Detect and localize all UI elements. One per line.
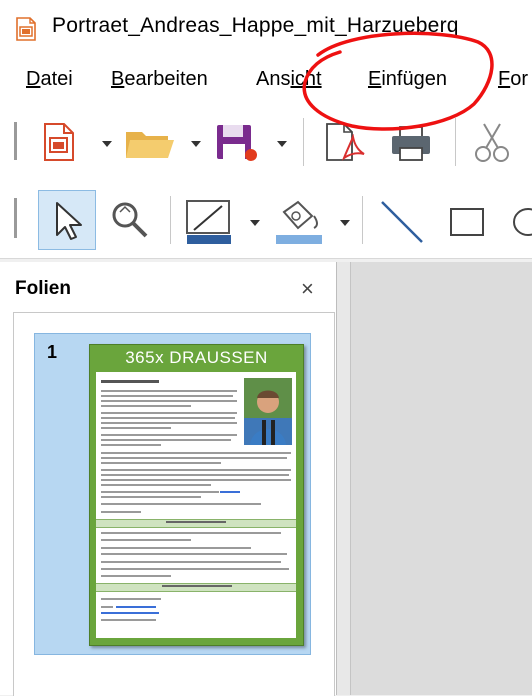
menu-bar: Datei Bearbeiten Ansicht Einfügen For bbox=[0, 56, 532, 106]
menu-datei-mnemonic: D bbox=[26, 68, 41, 90]
toolbar-separator bbox=[303, 118, 304, 166]
panel-title: Folien bbox=[15, 278, 71, 299]
new-dropdown-arrow[interactable] bbox=[102, 141, 112, 147]
menu-einfuegen[interactable]: Einfügen bbox=[368, 68, 447, 91]
menu-format-mnemonic: F bbox=[498, 68, 511, 90]
toolbar-separator bbox=[170, 196, 171, 244]
window-title: Portraet_Andreas_Happe_mit_Harzueberq bbox=[52, 14, 459, 37]
pdf-icon[interactable] bbox=[340, 134, 366, 162]
menu-bearbeiten-mnemonic: B bbox=[111, 68, 125, 90]
slide-thumbnail-1[interactable]: 1 365x DRAUSSEN bbox=[34, 333, 311, 655]
menu-einfuegen-label: infügen bbox=[381, 68, 447, 90]
drawing-toolbar bbox=[0, 186, 532, 259]
line-tool-icon[interactable] bbox=[378, 198, 428, 246]
fill-color-icon[interactable] bbox=[272, 198, 328, 246]
slide-edit-area[interactable] bbox=[351, 262, 532, 695]
toolbar-separator bbox=[362, 196, 363, 244]
slides-panel: Folien × 1 365x DRAUSSEN bbox=[0, 262, 337, 696]
close-icon[interactable]: × bbox=[301, 276, 314, 302]
toolbar-grip[interactable] bbox=[14, 122, 17, 160]
toolbar-separator bbox=[455, 118, 456, 166]
menu-ansicht[interactable]: Ansicht bbox=[256, 68, 322, 91]
zoom-pan-icon[interactable] bbox=[108, 198, 152, 242]
open-dropdown-arrow[interactable] bbox=[191, 141, 201, 147]
print-icon[interactable] bbox=[388, 124, 436, 162]
toolbar-grip[interactable] bbox=[14, 198, 17, 238]
select-arrow-icon bbox=[56, 202, 82, 240]
slide-header: 365x DRAUSSEN bbox=[125, 348, 268, 367]
menu-format-label: or bbox=[510, 68, 529, 90]
menu-format[interactable]: For bbox=[498, 68, 528, 91]
menu-ansicht-label: icht bbox=[290, 68, 322, 90]
slide-list[interactable]: 1 365x DRAUSSEN bbox=[13, 312, 335, 696]
slide-body bbox=[96, 372, 296, 638]
menu-ansicht-prefix: Ans bbox=[256, 68, 291, 90]
slide-number: 1 bbox=[47, 342, 58, 362]
title-bar: Portraet_Andreas_Happe_mit_Harzueberq bbox=[0, 0, 532, 56]
panel-splitter[interactable] bbox=[337, 262, 351, 695]
rectangle-icon[interactable] bbox=[448, 206, 488, 240]
standard-toolbar bbox=[0, 106, 532, 186]
menu-datei-label: atei bbox=[40, 68, 73, 90]
save-dropdown-arrow[interactable] bbox=[277, 141, 287, 147]
save-icon[interactable] bbox=[214, 122, 260, 162]
portrait-photo bbox=[244, 378, 292, 445]
impress-document-icon bbox=[16, 17, 36, 41]
cut-icon[interactable] bbox=[472, 122, 512, 164]
menu-bearbeiten[interactable]: Bearbeiten bbox=[111, 68, 208, 91]
line-color-dropdown-arrow[interactable] bbox=[250, 220, 260, 226]
menu-bearbeiten-label: earbeiten bbox=[124, 68, 208, 90]
ellipse-icon[interactable] bbox=[510, 206, 532, 240]
open-folder-icon[interactable] bbox=[124, 124, 176, 162]
menu-datei[interactable]: Datei bbox=[26, 68, 73, 91]
menu-einfuegen-mnemonic: E bbox=[368, 68, 382, 90]
select-tool-button[interactable] bbox=[38, 190, 96, 250]
line-color-icon[interactable] bbox=[184, 198, 236, 246]
new-presentation-icon[interactable] bbox=[42, 122, 76, 162]
slide-preview: 365x DRAUSSEN bbox=[89, 344, 304, 646]
fill-color-dropdown-arrow[interactable] bbox=[340, 220, 350, 226]
